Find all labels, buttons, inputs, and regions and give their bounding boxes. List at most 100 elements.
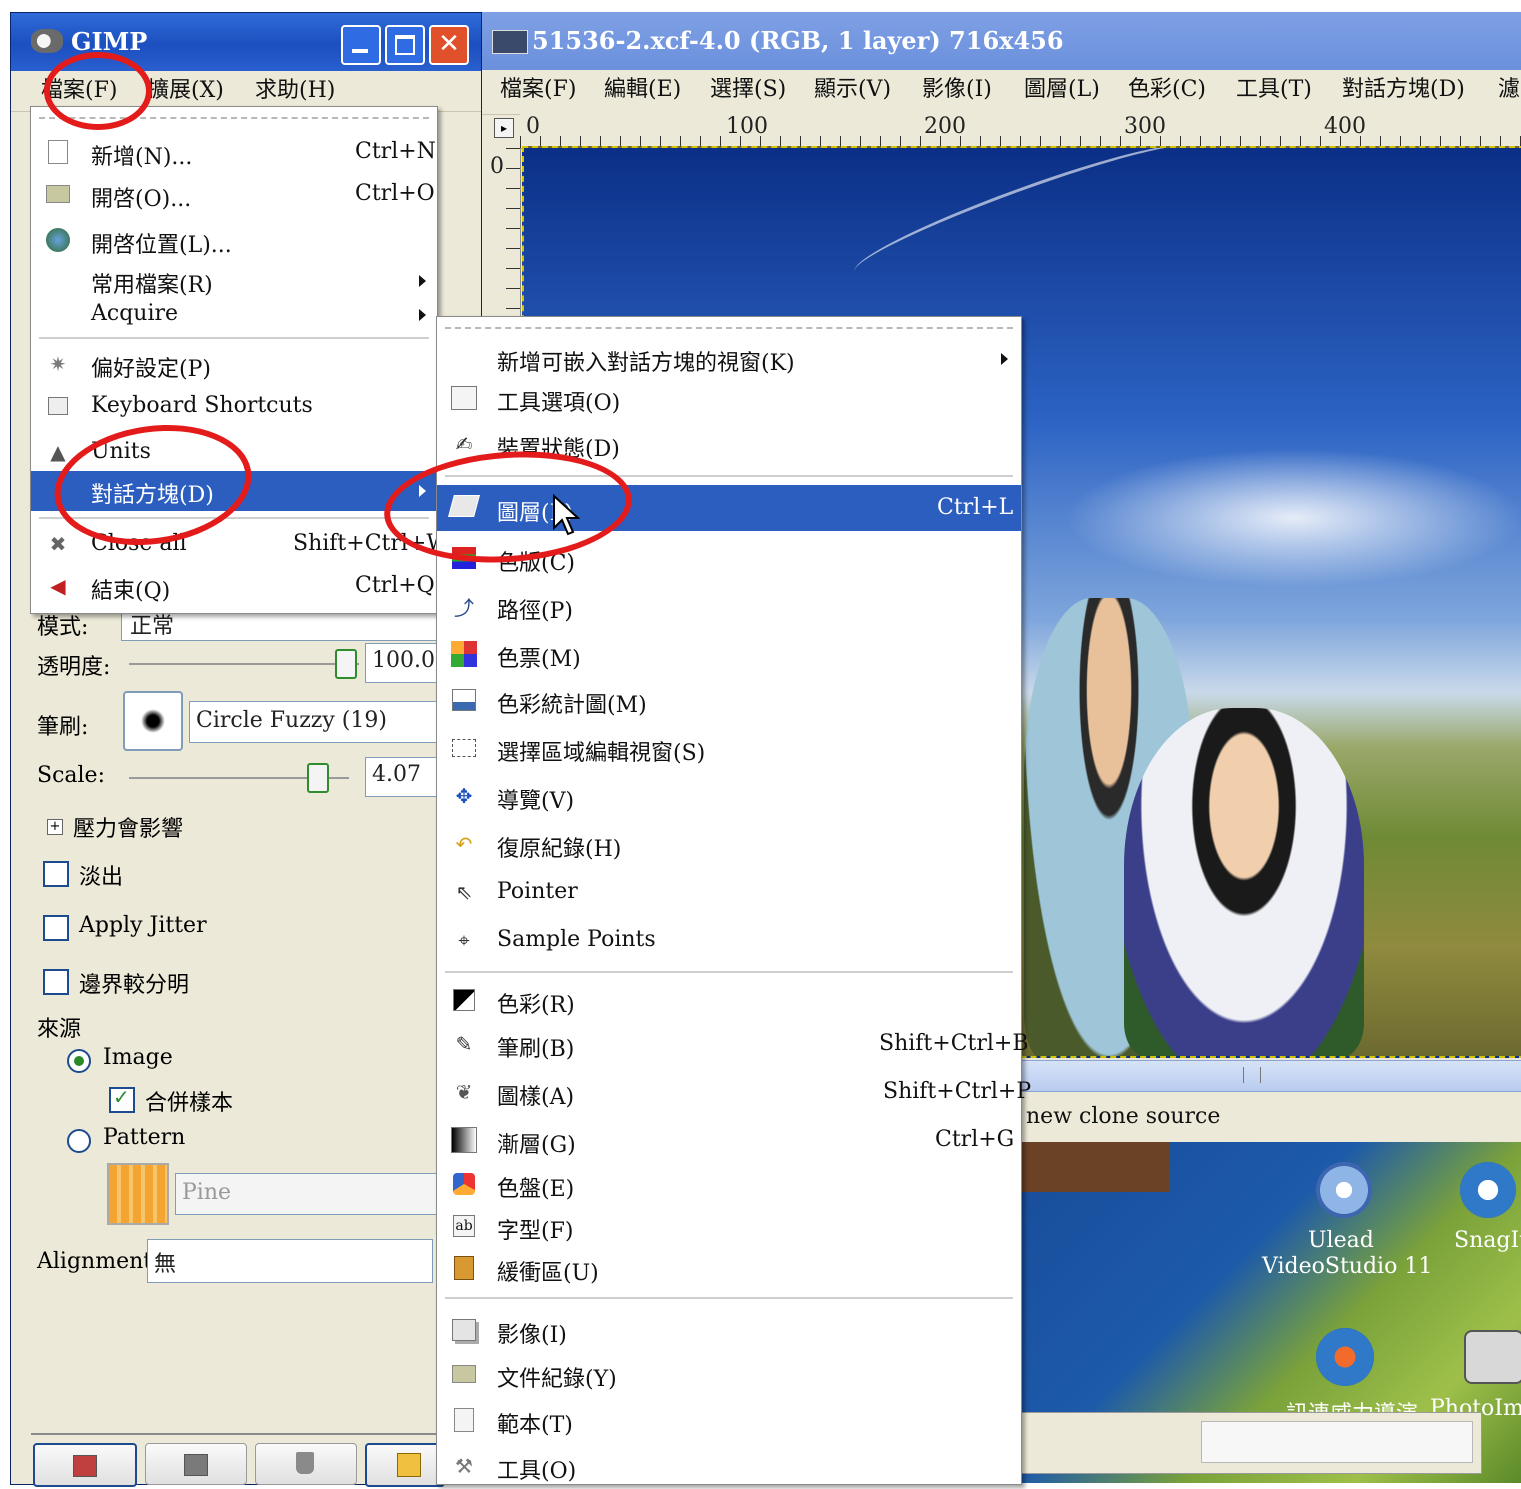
opacity-input[interactable]: 100.0 (365, 643, 443, 683)
device-status-icon: ✍ (455, 432, 473, 456)
dialogs-item-pointer[interactable]: ⇖ Pointer (437, 871, 1021, 915)
dialogs-item-paths[interactable]: ⤴ 路徑(P) (437, 585, 1021, 629)
pressure-label: 壓力會影響 (73, 817, 184, 842)
desktop-icon-snagit[interactable]: SnagIt (1450, 1162, 1521, 1292)
dialogs-item-colormap[interactable]: 色票(M) (437, 633, 1021, 677)
maximize-button[interactable] (385, 25, 425, 65)
image-menu-tools[interactable]: 工具(T) (1236, 70, 1312, 110)
reset-options-button[interactable] (365, 1443, 445, 1487)
dialogs-item-tools[interactable]: ⚒ 工具(O) (437, 1445, 1021, 1489)
file-menu-item-new[interactable]: 新增(N)... Ctrl+N (31, 131, 437, 175)
dialogs-item-undo-history[interactable]: ↶ 復原紀錄(H) (437, 823, 1021, 867)
images-icon (451, 1317, 477, 1343)
dialogs-item-tool-options[interactable]: 工具選項(O) (437, 377, 1021, 421)
snagit-icon (1460, 1162, 1516, 1218)
dialogs-item-new-dock[interactable]: 新增可嵌入對話方塊的視窗(K) (437, 337, 1021, 381)
image-menu-layer[interactable]: 圖層(L) (1024, 70, 1100, 110)
mode-row: 模式: 正常 (11, 609, 481, 645)
opacity-slider-thumb[interactable] (335, 649, 357, 679)
dialogs-item-palettes[interactable]: 色盤(E) (437, 1163, 1021, 1207)
toolbox-menu-help[interactable]: 求助(H) (255, 71, 335, 111)
image-menu-colors[interactable]: 色彩(C) (1128, 70, 1206, 110)
dialogs-item-navigation[interactable]: ✥ 導覽(V) (437, 775, 1021, 819)
sample-merged-label: 合併樣本 (145, 1091, 234, 1116)
quickmask-toggle-icon[interactable]: ▸ (494, 118, 514, 138)
file-menu-item-keyboard-shortcuts[interactable]: Keyboard Shortcuts (31, 385, 437, 429)
dialogs-item-histogram[interactable]: 色彩統計圖(M) (437, 679, 1021, 723)
hard-edge-label: 邊界較分明 (79, 973, 190, 998)
restore-icon (184, 1454, 208, 1476)
image-window-titlebar[interactable]: 51536-2.xcf-4.0 (RGB, 1 layer) 716x456 (482, 12, 1521, 72)
dialogs-item-buffers[interactable]: 緩衝區(U) (437, 1247, 1021, 1291)
file-menu-popup: 新增(N)... Ctrl+N 開啓(O)... Ctrl+O 開啓位置(L).… (30, 106, 449, 614)
gradients-icon (451, 1127, 477, 1153)
dialogs-pointer-label: Pointer (497, 879, 578, 904)
opacity-slider-track[interactable] (129, 663, 359, 665)
jitter-checkbox[interactable] (43, 915, 69, 941)
pattern-name-field[interactable]: Pine (175, 1173, 443, 1215)
submenu-arrow-icon (1001, 353, 1008, 365)
save-options-button[interactable] (33, 1443, 137, 1487)
brushes-icon: ✎ (455, 1032, 473, 1056)
delete-options-button[interactable] (255, 1443, 357, 1485)
maximize-icon (395, 35, 415, 55)
dialogs-item-brushes[interactable]: ✎ 筆刷(B) Shift+Ctrl+B (437, 1023, 1029, 1067)
brush-preview-button[interactable] (123, 691, 183, 751)
alignment-value: 無 (154, 1252, 177, 1277)
file-menu-item-preferences[interactable]: ✷ 偏好設定(P) (31, 343, 437, 387)
hard-edge-checkbox[interactable] (43, 969, 69, 995)
scale-input[interactable]: 4.07 (365, 757, 443, 797)
gimp-logo-icon (31, 29, 63, 53)
close-icon: ✕ (438, 29, 460, 59)
brush-name-field[interactable]: Circle Fuzzy (19) (189, 701, 443, 743)
close-button[interactable]: ✕ (429, 25, 469, 65)
alignment-select[interactable]: 無 (147, 1239, 433, 1283)
image-menu-select[interactable]: 選擇(S) (710, 70, 786, 110)
file-menu-item-acquire[interactable]: Acquire (31, 293, 437, 337)
pattern-preview-button[interactable] (107, 1163, 169, 1225)
horizontal-ruler: 0 100 200 300 400 (520, 114, 1521, 149)
submenu-arrow-icon (419, 275, 426, 287)
cloud-wisp (847, 148, 1201, 292)
sample-merged-checkbox[interactable]: ✓ (109, 1085, 135, 1113)
image-menu-edit[interactable]: 編輯(E) (604, 70, 681, 110)
file-menu-item-quit[interactable]: ◀ 結束(Q) Ctrl+Q (31, 565, 437, 609)
dialogs-item-selection-editor[interactable]: 選擇區域編輯視窗(S) (437, 727, 1021, 771)
powerdirector-icon (1316, 1328, 1374, 1386)
colors-icon (451, 987, 477, 1013)
dialogs-item-images[interactable]: 影像(I) (437, 1309, 1021, 1353)
file-menu-item-open[interactable]: 開啓(O)... Ctrl+O (31, 173, 437, 217)
scale-slider-thumb[interactable] (307, 763, 329, 793)
fade-checkbox[interactable] (43, 861, 69, 887)
image-menu-view[interactable]: 顯示(V) (814, 70, 891, 110)
dialogs-item-templates[interactable]: 範本(T) (437, 1399, 1021, 1443)
tool-options-icon (451, 385, 477, 411)
dialogs-item-fonts[interactable]: ab 字型(F) (437, 1205, 1021, 1249)
dialogs-item-document-history[interactable]: 文件紀錄(Y) (437, 1353, 1021, 1397)
file-menu-item-open-location[interactable]: 開啓位置(L)... (31, 219, 437, 263)
dialogs-item-gradients[interactable]: 漸層(G) Ctrl+G (437, 1119, 1021, 1163)
image-menubar: 檔案(F) 編輯(E) 選擇(S) 顯示(V) 影像(I) 圖層(L) 色彩(C… (482, 70, 1521, 115)
restore-options-button[interactable] (145, 1443, 247, 1485)
image-menu-file[interactable]: 檔案(F) (500, 70, 576, 110)
dialogs-item-patterns[interactable]: ❦ 圖樣(A) Shift+Ctrl+P (437, 1071, 1032, 1115)
image-radio[interactable] (67, 1049, 91, 1073)
image-menu-image[interactable]: 影像(I) (922, 70, 992, 110)
dialogs-colormap-label: 色票(M) (497, 647, 581, 672)
toolbox-menu-xtns[interactable]: 擴展(X) (147, 71, 224, 111)
document-history-icon (451, 1361, 477, 1387)
minimize-button[interactable] (341, 25, 381, 65)
pattern-radio[interactable] (67, 1129, 91, 1153)
desktop-icon-ulead[interactable]: Ulead VideoStudio 11 (1262, 1162, 1432, 1292)
dialogs-item-colors[interactable]: 色彩(R) (437, 979, 1021, 1023)
dialogs-item-sample-points[interactable]: ⌖ Sample Points (437, 919, 1021, 963)
image-menu-filters[interactable]: 濾 (1498, 70, 1520, 110)
image-menu-dialogs[interactable]: 對話方塊(D) (1342, 70, 1465, 110)
desktop-icon-powerdirector[interactable]: 訊連威力導演 (1286, 1328, 1430, 1427)
desktop-icon-photoimpact[interactable]: PhotoImpa (1430, 1328, 1521, 1421)
dialogs-menu-tearoff[interactable] (445, 327, 1013, 329)
pressure-expander[interactable]: + (47, 819, 63, 835)
dialogs-new-dock-label: 新增可嵌入對話方塊的視窗(K) (497, 351, 795, 376)
pointer-icon: ⇖ (455, 880, 473, 904)
brush-label: 筆刷: (37, 715, 89, 740)
